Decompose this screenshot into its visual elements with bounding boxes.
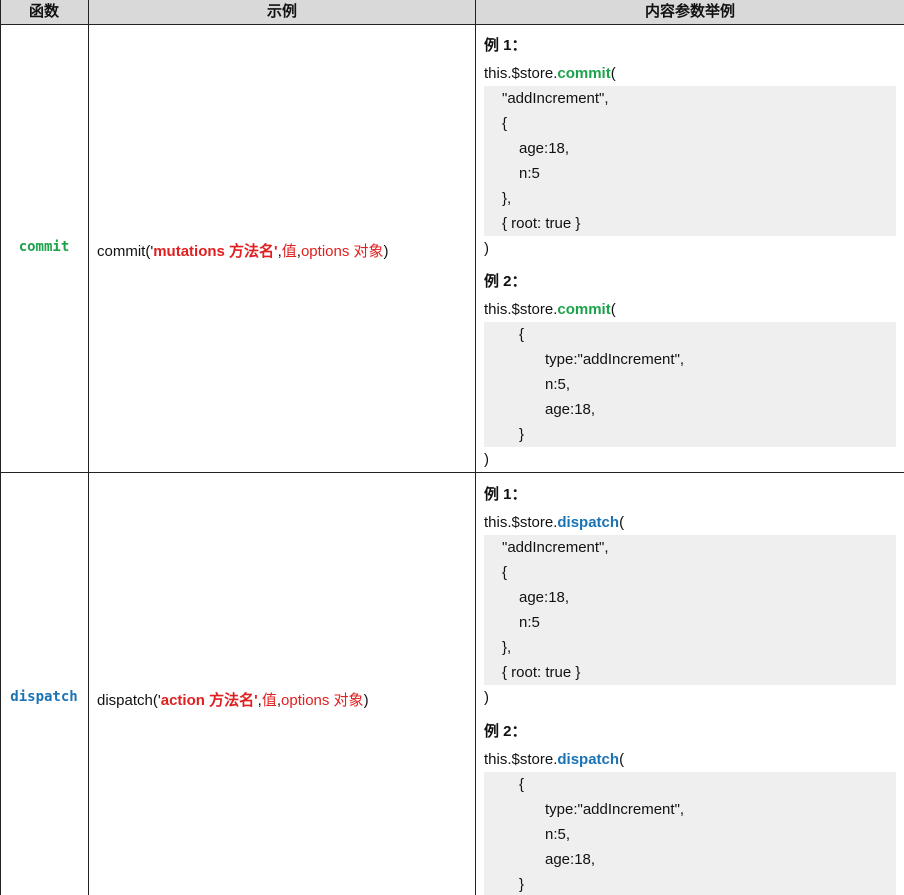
code-line: type:"addIncrement", [545,351,685,368]
example-1-label: 例 1： [484,486,527,503]
example-1-code-block: "addIncrement", { age:18, n:5 }, { root:… [484,86,896,236]
code-line: }, [502,190,512,207]
call-prefix: this.$store. [484,65,558,82]
example-1-close: ) [484,689,489,706]
table-border-left [0,0,1,895]
signature-options: options 对象 [300,243,384,260]
column-divider-1 [88,0,89,895]
code-line: }, [502,639,512,656]
code-line: age:18, [519,589,570,606]
code-line: } [519,426,525,443]
call-paren: ( [619,751,625,768]
example-2-label: 例 2： [484,273,527,290]
header-example: 示例 [89,0,475,25]
call-method: commit [557,65,611,82]
example-1-call: this.$store.commit( [484,65,616,82]
code-line: n:5 [519,165,540,182]
example-2-call: this.$store.dispatch( [484,751,624,768]
code-line: { root: true } [502,215,581,232]
code-line: age:18, [545,851,596,868]
signature-prefix: commit(' [97,243,154,260]
function-name-dispatch: dispatch [10,689,78,705]
column-divider-2 [475,0,476,895]
example-2-code-block: { type:"addIncrement", n:5, age:18, } [484,772,896,895]
call-prefix: this.$store. [484,751,558,768]
signature-method-name: action 方法名' [160,692,258,709]
example-1-call: this.$store.dispatch( [484,514,624,531]
signature-suffix: ) [363,692,369,709]
code-line: { [502,564,508,581]
call-method: dispatch [557,751,620,768]
code-line: { [502,115,508,132]
example-2-close: ) [484,451,489,468]
code-line: } [519,876,525,893]
signature-value: 值 [281,243,297,260]
example-2-code-block: { type:"addIncrement", n:5, age:18, } [484,322,896,447]
example-signature-commit: commit('mutations 方法名',值,options 对象) [97,240,389,261]
code-line: { [519,776,525,793]
code-line: age:18, [519,140,570,157]
call-method: commit [557,301,611,318]
example-2-call: this.$store.commit( [484,301,616,318]
call-paren: ( [610,65,616,82]
call-paren: ( [610,301,616,318]
function-name-commit: commit [18,239,70,255]
code-line: n:5, [545,826,571,843]
header-params: 内容参数举例 [476,0,904,25]
row-divider [0,472,904,473]
header-func: 函数 [0,0,88,25]
call-prefix: this.$store. [484,514,558,531]
code-line: type:"addIncrement", [545,801,685,818]
signature-prefix: dispatch(' [97,692,161,709]
example-signature-dispatch: dispatch('action 方法名',值,options 对象) [97,689,369,710]
code-line: { root: true } [502,664,581,681]
example-2-label: 例 2： [484,723,527,740]
signature-suffix: ) [383,243,389,260]
vuex-api-table: 函数 示例 内容参数举例 commit commit('mutations 方法… [0,0,904,895]
code-line: n:5 [519,614,540,631]
code-line: age:18, [545,401,596,418]
code-line: "addIncrement", [502,539,609,556]
call-paren: ( [619,514,625,531]
code-line: { [519,326,525,343]
example-1-code-block: "addIncrement", { age:18, n:5 }, { root:… [484,535,896,685]
code-line: "addIncrement", [502,90,609,107]
code-line: n:5, [545,376,571,393]
signature-options: options 对象 [281,692,364,709]
example-1-label: 例 1： [484,37,527,54]
signature-value: 值 [261,692,277,709]
call-prefix: this.$store. [484,301,558,318]
signature-method-name: mutations 方法名' [153,243,278,260]
call-method: dispatch [557,514,620,531]
example-1-close: ) [484,240,489,257]
